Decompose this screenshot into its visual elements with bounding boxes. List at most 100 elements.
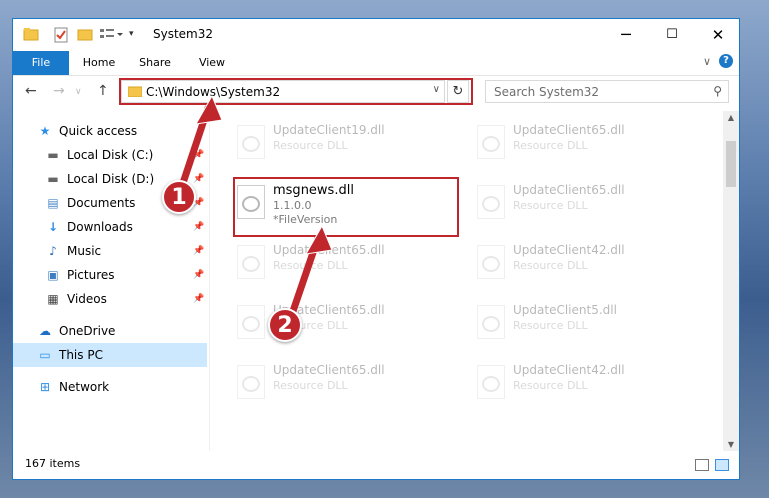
dll-file-icon xyxy=(477,125,505,159)
window-title: System32 xyxy=(153,27,214,41)
pin-icon[interactable]: 📌 xyxy=(193,143,204,167)
search-icon[interactable]: ⚲ xyxy=(713,84,722,98)
file-name: UpdateClient19.dll xyxy=(273,123,385,137)
expand-ribbon-icon[interactable]: ∨ xyxy=(703,55,711,68)
downloads-icon: ↓ xyxy=(47,220,59,234)
sidebar-item-pictures[interactable]: ▣ Pictures 📌 xyxy=(13,263,207,287)
sidebar-item-quick-access[interactable]: ★ Quick access xyxy=(13,119,207,143)
list-item[interactable]: UpdateClient65.dll Resource DLL xyxy=(225,357,455,411)
sidebar-item-label: Quick access xyxy=(59,124,138,138)
sidebar-item-label: Downloads xyxy=(67,220,133,234)
file-type: Resource DLL xyxy=(273,139,348,152)
sidebar-item-label: Music xyxy=(67,244,102,258)
scroll-down-icon[interactable]: ▼ xyxy=(723,440,739,449)
sidebar-item-music[interactable]: ♪ Music 📌 xyxy=(13,239,207,263)
cloud-icon: ☁ xyxy=(39,324,51,338)
file-name: UpdateClient65.dll xyxy=(273,363,385,377)
list-item[interactable]: UpdateClient5.dll Resource DLL xyxy=(465,297,695,351)
maximize-button[interactable]: ☐ xyxy=(649,19,695,51)
file-name: UpdateClient42.dll xyxy=(513,363,625,377)
dll-file-icon xyxy=(477,365,505,399)
dll-file-icon xyxy=(237,305,265,339)
navigation-bar: ← → ∨ ↑ C:\Windows\System32 ∨ ↻ Search S… xyxy=(13,76,739,110)
tiles-view-icon[interactable] xyxy=(715,459,729,471)
file-name: UpdateClient65.dll xyxy=(513,183,625,197)
scroll-up-icon[interactable]: ▲ xyxy=(723,113,739,122)
up-icon[interactable]: ↑ xyxy=(97,83,109,99)
list-item[interactable]: UpdateClient65.dll Resource DLL xyxy=(225,237,455,291)
list-item[interactable]: UpdateClient19.dll Resource DLL xyxy=(225,117,455,171)
scroll-thumb[interactable] xyxy=(726,141,736,187)
properties-icon[interactable] xyxy=(53,27,69,46)
dll-file-icon xyxy=(237,245,265,279)
help-icon[interactable]: ? xyxy=(719,54,733,68)
list-item[interactable]: UpdateClient42.dll Resource DLL xyxy=(465,237,695,291)
tab-home[interactable]: Home xyxy=(75,51,123,75)
sidebar-item-label: Documents xyxy=(67,196,136,210)
pin-icon[interactable]: 📌 xyxy=(193,287,204,311)
tab-file[interactable]: File xyxy=(13,51,69,75)
close-button[interactable]: ✕ xyxy=(695,19,739,51)
tab-share[interactable]: Share xyxy=(131,51,179,75)
file-type: Resource DLL xyxy=(513,199,588,212)
sidebar-item-network[interactable]: ⊞ Network xyxy=(13,375,207,399)
list-item[interactable]: UpdateClient65.dll Resource DLL xyxy=(465,177,695,231)
videos-icon: ▦ xyxy=(47,292,59,306)
recent-locations-icon[interactable]: ∨ xyxy=(75,87,82,97)
tab-view[interactable]: View xyxy=(189,51,235,75)
layout-icon[interactable] xyxy=(99,27,123,44)
vertical-scrollbar[interactable]: ▲ ▼ xyxy=(723,111,739,451)
sidebar-item-local-disk-c[interactable]: ▬ Local Disk (C:) 📌 xyxy=(13,143,207,167)
sidebar-item-label: OneDrive xyxy=(59,324,116,338)
network-icon: ⊞ xyxy=(39,380,51,394)
star-icon: ★ xyxy=(39,124,51,138)
dll-file-icon xyxy=(477,185,505,219)
minimize-button[interactable]: ─ xyxy=(603,19,649,51)
documents-icon: ▤ xyxy=(47,196,59,210)
sidebar-item-this-pc[interactable]: ▭ This PC xyxy=(13,343,207,367)
status-bar: 167 items xyxy=(13,449,739,479)
item-count: 167 items xyxy=(25,457,81,470)
music-icon: ♪ xyxy=(49,244,57,258)
pin-icon[interactable]: 📌 xyxy=(193,167,204,191)
new-folder-icon[interactable] xyxy=(77,27,93,44)
explorer-window: ▾ System32 ─ ☐ ✕ File Home Share View ∨ … xyxy=(12,18,740,480)
search-input[interactable]: Search System32 ⚲ xyxy=(485,80,729,103)
file-type: Resource DLL xyxy=(513,139,588,152)
sidebar-item-label: Local Disk (C:) xyxy=(67,148,154,162)
sidebar-item-videos[interactable]: ▦ Videos 📌 xyxy=(13,287,207,311)
list-item[interactable]: UpdateClient42.dll Resource DLL xyxy=(465,357,695,411)
details-view-icon[interactable] xyxy=(695,459,709,471)
back-icon[interactable]: ← xyxy=(25,83,37,99)
sidebar-item-label: This PC xyxy=(59,348,103,362)
forward-icon[interactable]: → xyxy=(53,83,65,99)
dll-file-icon xyxy=(477,245,505,279)
dll-file-icon xyxy=(237,125,265,159)
sidebar-item-label: Pictures xyxy=(67,268,115,282)
dll-file-icon xyxy=(477,305,505,339)
sidebar-item-onedrive[interactable]: ☁ OneDrive xyxy=(13,319,207,343)
pictures-icon: ▣ xyxy=(47,268,59,282)
sidebar-item-label: Network xyxy=(59,380,110,394)
file-type: Resource DLL xyxy=(273,259,348,272)
pin-icon[interactable]: 📌 xyxy=(193,239,204,263)
step-badge-1: 1 xyxy=(162,180,196,214)
computer-icon: ▭ xyxy=(39,348,51,362)
file-name: UpdateClient65.dll xyxy=(273,243,385,257)
sidebar-item-downloads[interactable]: ↓ Downloads 📌 xyxy=(13,215,207,239)
drive-icon: ▬ xyxy=(47,148,59,162)
list-item[interactable]: UpdateClient65.dll Resource DLL xyxy=(465,117,695,171)
pin-icon[interactable]: 📌 xyxy=(193,215,204,239)
navigation-pane: ★ Quick access ▬ Local Disk (C:) 📌 ▬ Loc… xyxy=(13,111,207,451)
file-list: UpdateClient19.dll Resource DLL UpdateCl… xyxy=(211,111,725,451)
title-bar: ▾ System32 ─ ☐ ✕ xyxy=(13,19,739,51)
pane-divider[interactable] xyxy=(209,111,210,451)
folder-icon xyxy=(23,27,39,44)
customize-toolbar-icon[interactable]: ▾ xyxy=(129,29,134,39)
file-name: UpdateClient65.dll xyxy=(513,123,625,137)
sidebar-item-label: Videos xyxy=(67,292,107,306)
ribbon: File Home Share View ∨ ? xyxy=(13,51,739,76)
list-item[interactable]: UpdateClient65.dll Resource DLL xyxy=(225,297,455,351)
pin-icon[interactable]: 📌 xyxy=(193,263,204,287)
file-name: UpdateClient42.dll xyxy=(513,243,625,257)
